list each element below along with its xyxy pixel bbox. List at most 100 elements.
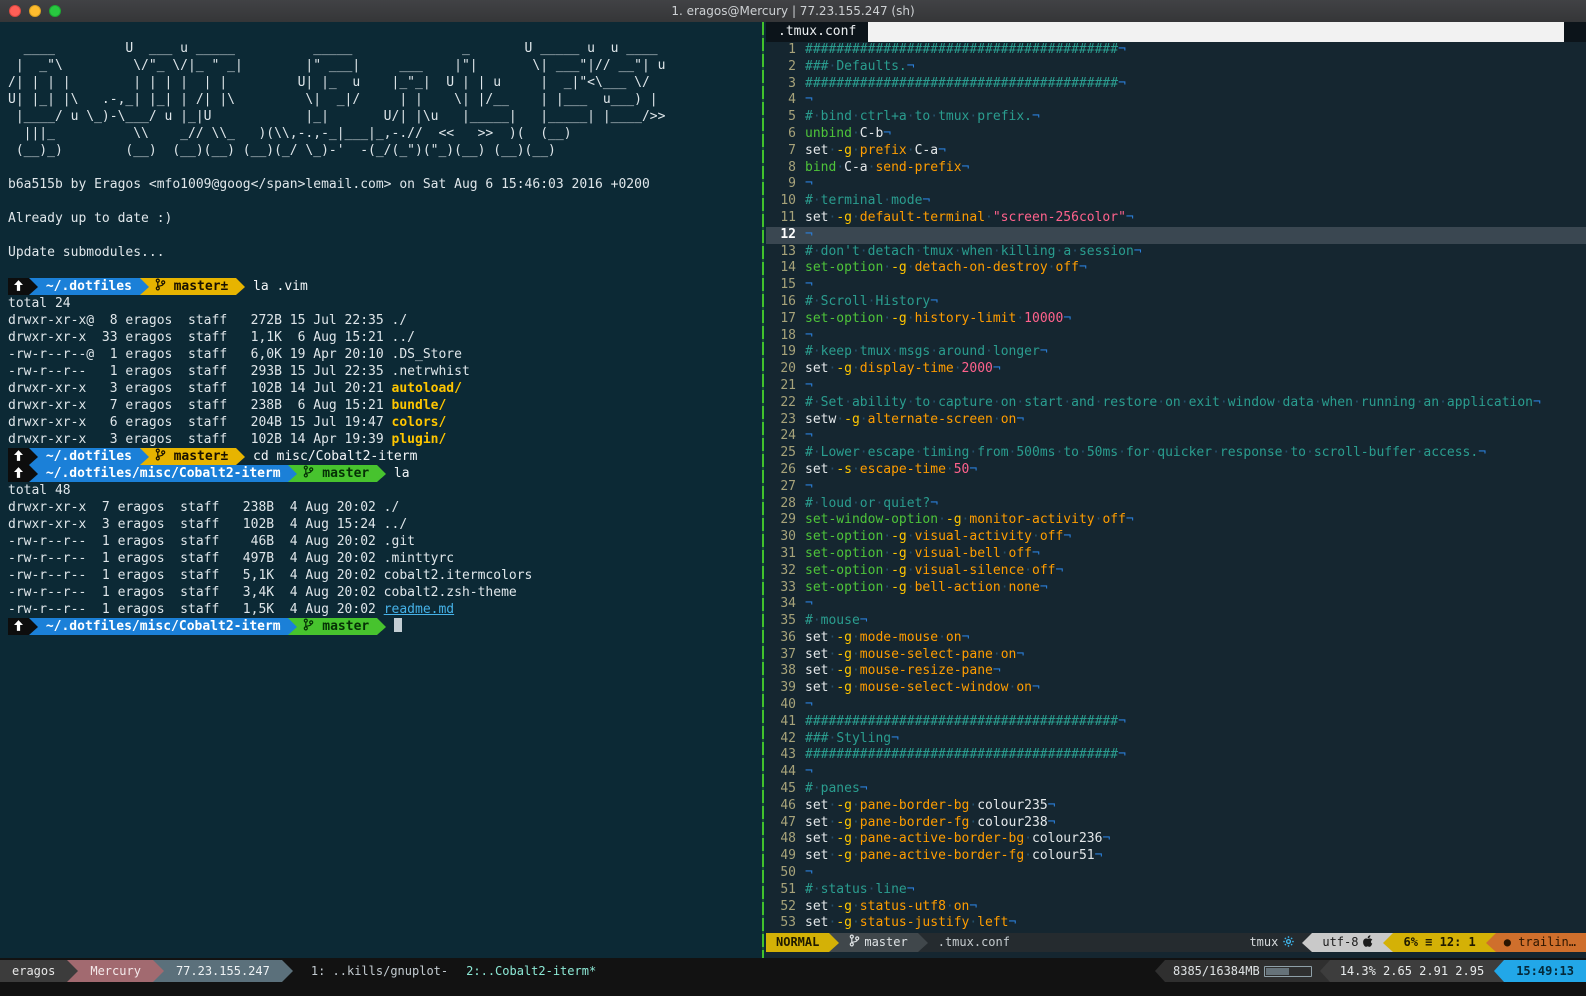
text-token: off (1102, 512, 1125, 527)
vim-line[interactable]: 45#·panes¬ (766, 781, 1586, 798)
vim-line[interactable]: 8bind·C-a·send-prefix¬ (766, 160, 1586, 177)
line-content: set-option·-g·visual-silence·off¬ (805, 563, 1063, 580)
text-token: 10000 (1024, 311, 1063, 326)
shell-pane[interactable]: ____ U ___ u _____ _____ _ U _____ u u _… (0, 22, 766, 958)
term-line: /| | | | | | | | | | U| |_ u |_"_| U | |… (8, 74, 766, 91)
vim-line[interactable]: 32set-option·-g·visual-silence·off¬ (766, 563, 1586, 580)
arrow-up-icon (8, 618, 29, 635)
text-token: set· (805, 798, 836, 813)
vim-line[interactable]: 38set·-g·mouse-resize-pane¬ (766, 663, 1586, 680)
window-item-2[interactable]: 2:..Cobalt2-iterm* (466, 960, 596, 982)
vim-line[interactable]: 37set·-g·mouse-select-pane·on¬ (766, 647, 1586, 664)
vim-line[interactable]: 51#·status·line¬ (766, 882, 1586, 899)
vim-line[interactable]: 49set·-g·pane-active-border-fg·colour51¬ (766, 848, 1586, 865)
vim-line[interactable]: 50¬ (766, 865, 1586, 882)
text-token: -g· (836, 143, 859, 158)
vim-line[interactable]: 27¬ (766, 479, 1586, 496)
vim-line[interactable]: 46set·-g·pane-border-bg·colour235¬ (766, 798, 1586, 815)
vim-line[interactable]: 48set·-g·pane-active-border-bg·colour236… (766, 831, 1586, 848)
vim-line[interactable]: 39set·-g·mouse-select-window·on¬ (766, 680, 1586, 697)
line-content: #·status·line¬ (805, 882, 915, 899)
vim-pane[interactable]: .tmux.conf 1############################… (766, 22, 1586, 958)
text-token: ¬ (930, 496, 938, 511)
tabline-label[interactable]: .tmux.conf (766, 22, 868, 42)
vim-line[interactable]: 29set-window-option·-g·monitor-activity·… (766, 512, 1586, 529)
line-content: set·-g·status-justify·left¬ (805, 915, 1016, 932)
vim-line[interactable]: 2###·Defaults.¬ (766, 59, 1586, 76)
vim-line[interactable]: 1#######################################… (766, 42, 1586, 59)
vim-line[interactable]: 31set-option·-g·visual-bell·off¬ (766, 546, 1586, 563)
vim-line[interactable]: 21¬ (766, 378, 1586, 395)
text-token: set· (805, 815, 836, 830)
text-token: set· (805, 899, 836, 914)
vim-line[interactable]: 11set·-g·default-terminal·"screen-256col… (766, 210, 1586, 227)
text-token: unbind· (805, 126, 860, 141)
vim-line[interactable]: 15¬ (766, 277, 1586, 294)
vim-line[interactable]: 44¬ (766, 764, 1586, 781)
encoding-segment: utf-8 (1312, 933, 1383, 952)
vim-line[interactable]: 35#·mouse¬ (766, 613, 1586, 630)
vim-line[interactable]: 30set-option·-g·visual-activity·off¬ (766, 529, 1586, 546)
vim-line[interactable]: 13#·don't·detach·tmux·when·killing·a·ses… (766, 244, 1586, 261)
vim-line[interactable]: 17set-option·-g·history-limit·10000¬ (766, 311, 1586, 328)
vim-line[interactable]: 34¬ (766, 596, 1586, 613)
vim-line[interactable]: 25#·Lower·escape·timing·from·500ms·to·50… (766, 445, 1586, 462)
text-token: #·don't·detach·tmux·when·killing·a·sessi… (805, 244, 1134, 259)
line-content: ########################################… (805, 42, 1126, 59)
vim-line[interactable]: 47set·-g·pane-border-fg·colour238¬ (766, 815, 1586, 832)
text-token: set-option· (805, 529, 891, 544)
arrow-up-icon (8, 465, 29, 482)
line-number: 26 (766, 462, 805, 479)
line-number: 3 (766, 76, 805, 93)
vim-line[interactable]: 18¬ (766, 328, 1586, 345)
line-content: set·-g·display-time·2000¬ (805, 361, 1001, 378)
text-token: -g· (836, 210, 859, 225)
vim-line[interactable]: 24¬ (766, 428, 1586, 445)
text-token: drwxr-xr-x 33 eragos staff 1,1K 6 Aug 15… (8, 330, 415, 345)
vim-line[interactable]: 12¬ (766, 227, 1586, 244)
text-token: ¬ (805, 865, 813, 880)
minimize-button[interactable] (29, 5, 41, 17)
text-token: -g· (844, 412, 867, 427)
text-token: ¬ (993, 361, 1001, 376)
vim-line[interactable]: 42###·Styling¬ (766, 731, 1586, 748)
vim-line[interactable]: 36set·-g·mode-mouse·on¬ (766, 630, 1586, 647)
line-content: set·-s·escape-time·50¬ (805, 462, 977, 479)
vim-line[interactable]: 52set·-g·status-utf8·on¬ (766, 899, 1586, 916)
line-number: 48 (766, 831, 805, 848)
vim-line[interactable]: 7set·-g·prefix·C-a¬ (766, 143, 1586, 160)
vim-line[interactable]: 22#·Set·ability·to·capture·on·start·and·… (766, 395, 1586, 412)
powerline-separator (918, 933, 928, 952)
vim-line[interactable]: 43######################################… (766, 747, 1586, 764)
vim-line[interactable]: 4¬ (766, 92, 1586, 109)
text-token: visual-bell· (915, 546, 1009, 561)
vim-line[interactable]: 10#·terminal·mode¬ (766, 193, 1586, 210)
vim-line[interactable]: 33set-option·-g·bell-action·none¬ (766, 580, 1586, 597)
vim-line[interactable]: 6unbind·C-b¬ (766, 126, 1586, 143)
text-token (288, 618, 297, 635)
vim-line[interactable]: 5#·bind·ctrl+a·to·tmux·prefix.¬ (766, 109, 1586, 126)
text-token: cd misc/Cobalt2-iterm (245, 449, 417, 464)
zoom-button[interactable] (49, 5, 61, 17)
vim-line[interactable]: 28#·loud·or·quiet?¬ (766, 496, 1586, 513)
vim-line[interactable]: 20set·-g·display-time·2000¬ (766, 361, 1586, 378)
pane-divider[interactable] (762, 22, 764, 958)
line-content: #·don't·detach·tmux·when·killing·a·sessi… (805, 244, 1142, 261)
vim-line[interactable]: 9¬ (766, 176, 1586, 193)
text-token: ¬ (860, 613, 868, 628)
vim-line[interactable]: 23setw·-g·alternate-screen·on¬ (766, 412, 1586, 429)
vim-line[interactable]: 3#######################################… (766, 76, 1586, 93)
window-item-1[interactable]: 1: ..kills/gnuplot- (311, 960, 448, 982)
text-token: 50 (954, 462, 970, 477)
line-content: ########################################… (805, 747, 1126, 764)
text-token: ¬ (805, 227, 813, 242)
vim-line[interactable]: 16#·Scroll·History¬ (766, 294, 1586, 311)
vim-line[interactable]: 40¬ (766, 697, 1586, 714)
vim-line[interactable]: 19#·keep·tmux·msgs·around·longer¬ (766, 344, 1586, 361)
close-button[interactable] (9, 5, 21, 17)
vim-line[interactable]: 53set·-g·status-justify·left¬ (766, 915, 1586, 932)
vim-line[interactable]: 41######################################… (766, 714, 1586, 731)
vim-line[interactable]: 14set-option·-g·detach-on-destroy·off¬ (766, 260, 1586, 277)
vim-line[interactable]: 26set·-s·escape-time·50¬ (766, 462, 1586, 479)
text-token: total 48 (8, 483, 71, 498)
